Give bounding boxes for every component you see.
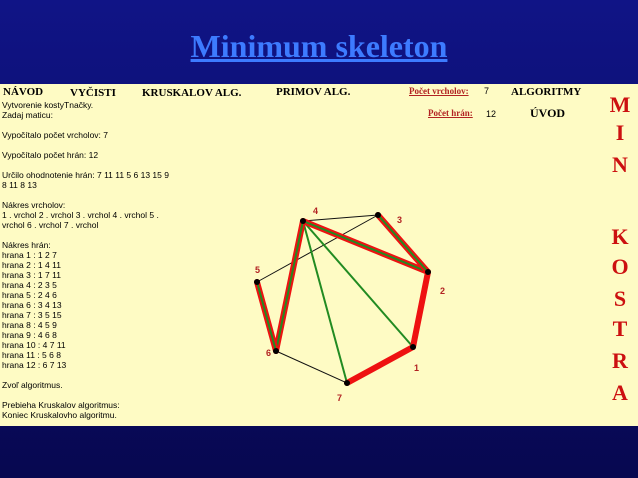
vertices-count-value: 7 [484, 86, 490, 96]
log-line: 1 . vrchol 2 . vrchol 3 . vrchol 4 . vrc… [2, 210, 159, 220]
log-line: hrana 5 : 2 4 6 [2, 290, 57, 300]
log-line: hrana 7 : 3 5 15 [2, 310, 62, 320]
log-line: hrana 6 : 3 4 13 [2, 300, 62, 310]
menu-navod[interactable]: NÁVOD [3, 86, 43, 98]
log-gap [2, 160, 192, 170]
log-line: hrana 4 : 2 3 5 [2, 280, 57, 290]
log-line: Nákres hrán: [2, 240, 51, 250]
log-gap [2, 120, 192, 130]
log-line: Prebieha Kruskalov algoritmus: [2, 400, 120, 410]
log-line: hrana 12 : 6 7 13 [2, 360, 67, 370]
log-line: hrana 9 : 4 6 8 [2, 330, 57, 340]
side-letter: M [609, 92, 631, 117]
side-letter: I [615, 120, 625, 145]
edges-count-value: 12 [486, 109, 497, 119]
side-letter: K [611, 224, 629, 249]
menu-vycisti[interactable]: VYČISTI [70, 87, 116, 99]
log-line: hrana 8 : 4 5 9 [2, 320, 57, 330]
log-line: Zvoľ algoritmus. [2, 380, 63, 390]
log-line: Koniec Kruskalovho algoritmu. [2, 410, 117, 420]
side-letter: O [611, 254, 629, 279]
log-line: vrchol 6 . vrchol 7 . vrchol [2, 220, 99, 230]
log-line: hrana 10 : 4 7 11 [2, 340, 66, 350]
log-line: hrana 1 : 1 2 7 [2, 250, 57, 260]
log-line: Vytvorenie kostyTnačky. [2, 100, 94, 110]
vertices-count-label: Počet vrcholov: [409, 86, 469, 96]
log-gap [2, 370, 192, 380]
log-line: 8 11 8 13 [2, 180, 37, 190]
side-letter: T [612, 316, 628, 341]
side-letter: S [613, 286, 627, 311]
log-line: Určilo ohodnotenie hrán: 7 11 11 5 6 13 … [2, 170, 169, 180]
menu-kruskal[interactable]: KRUSKALOV ALG. [142, 87, 241, 99]
log-line: Zadaj maticu: [2, 110, 54, 120]
log-line: Nákres vrcholov: [2, 200, 66, 210]
edges-count-label: Počet hrán: [428, 108, 473, 118]
log-gap [2, 140, 192, 150]
page-title: Minimum skeleton [190, 28, 448, 64]
side-letter: N [612, 152, 628, 177]
log-line: Vypočítalo počet hrán: 12 [2, 150, 99, 160]
side-letter: R [612, 348, 628, 373]
log-gap [2, 190, 192, 200]
menu-algoritmy[interactable]: ALGORITMY [511, 86, 581, 98]
log-line: hrana 2 : 1 4 11 [2, 260, 61, 270]
log-output: Vytvorenie kostyTnačky. Zadaj maticu: Vypo… [2, 100, 192, 420]
log-line: Vypočítalo počet vrcholov: 7 [2, 130, 108, 140]
menu-uvod[interactable]: ÚVOD [530, 106, 565, 121]
log-gap [2, 230, 192, 240]
side-letter: A [612, 380, 628, 405]
log-gap [2, 390, 192, 400]
menu-prim[interactable]: PRIMOV ALG. [276, 86, 350, 98]
log-line: hrana 11 : 5 6 8 [2, 350, 61, 360]
log-line: hrana 3 : 1 7 11 [2, 270, 61, 280]
